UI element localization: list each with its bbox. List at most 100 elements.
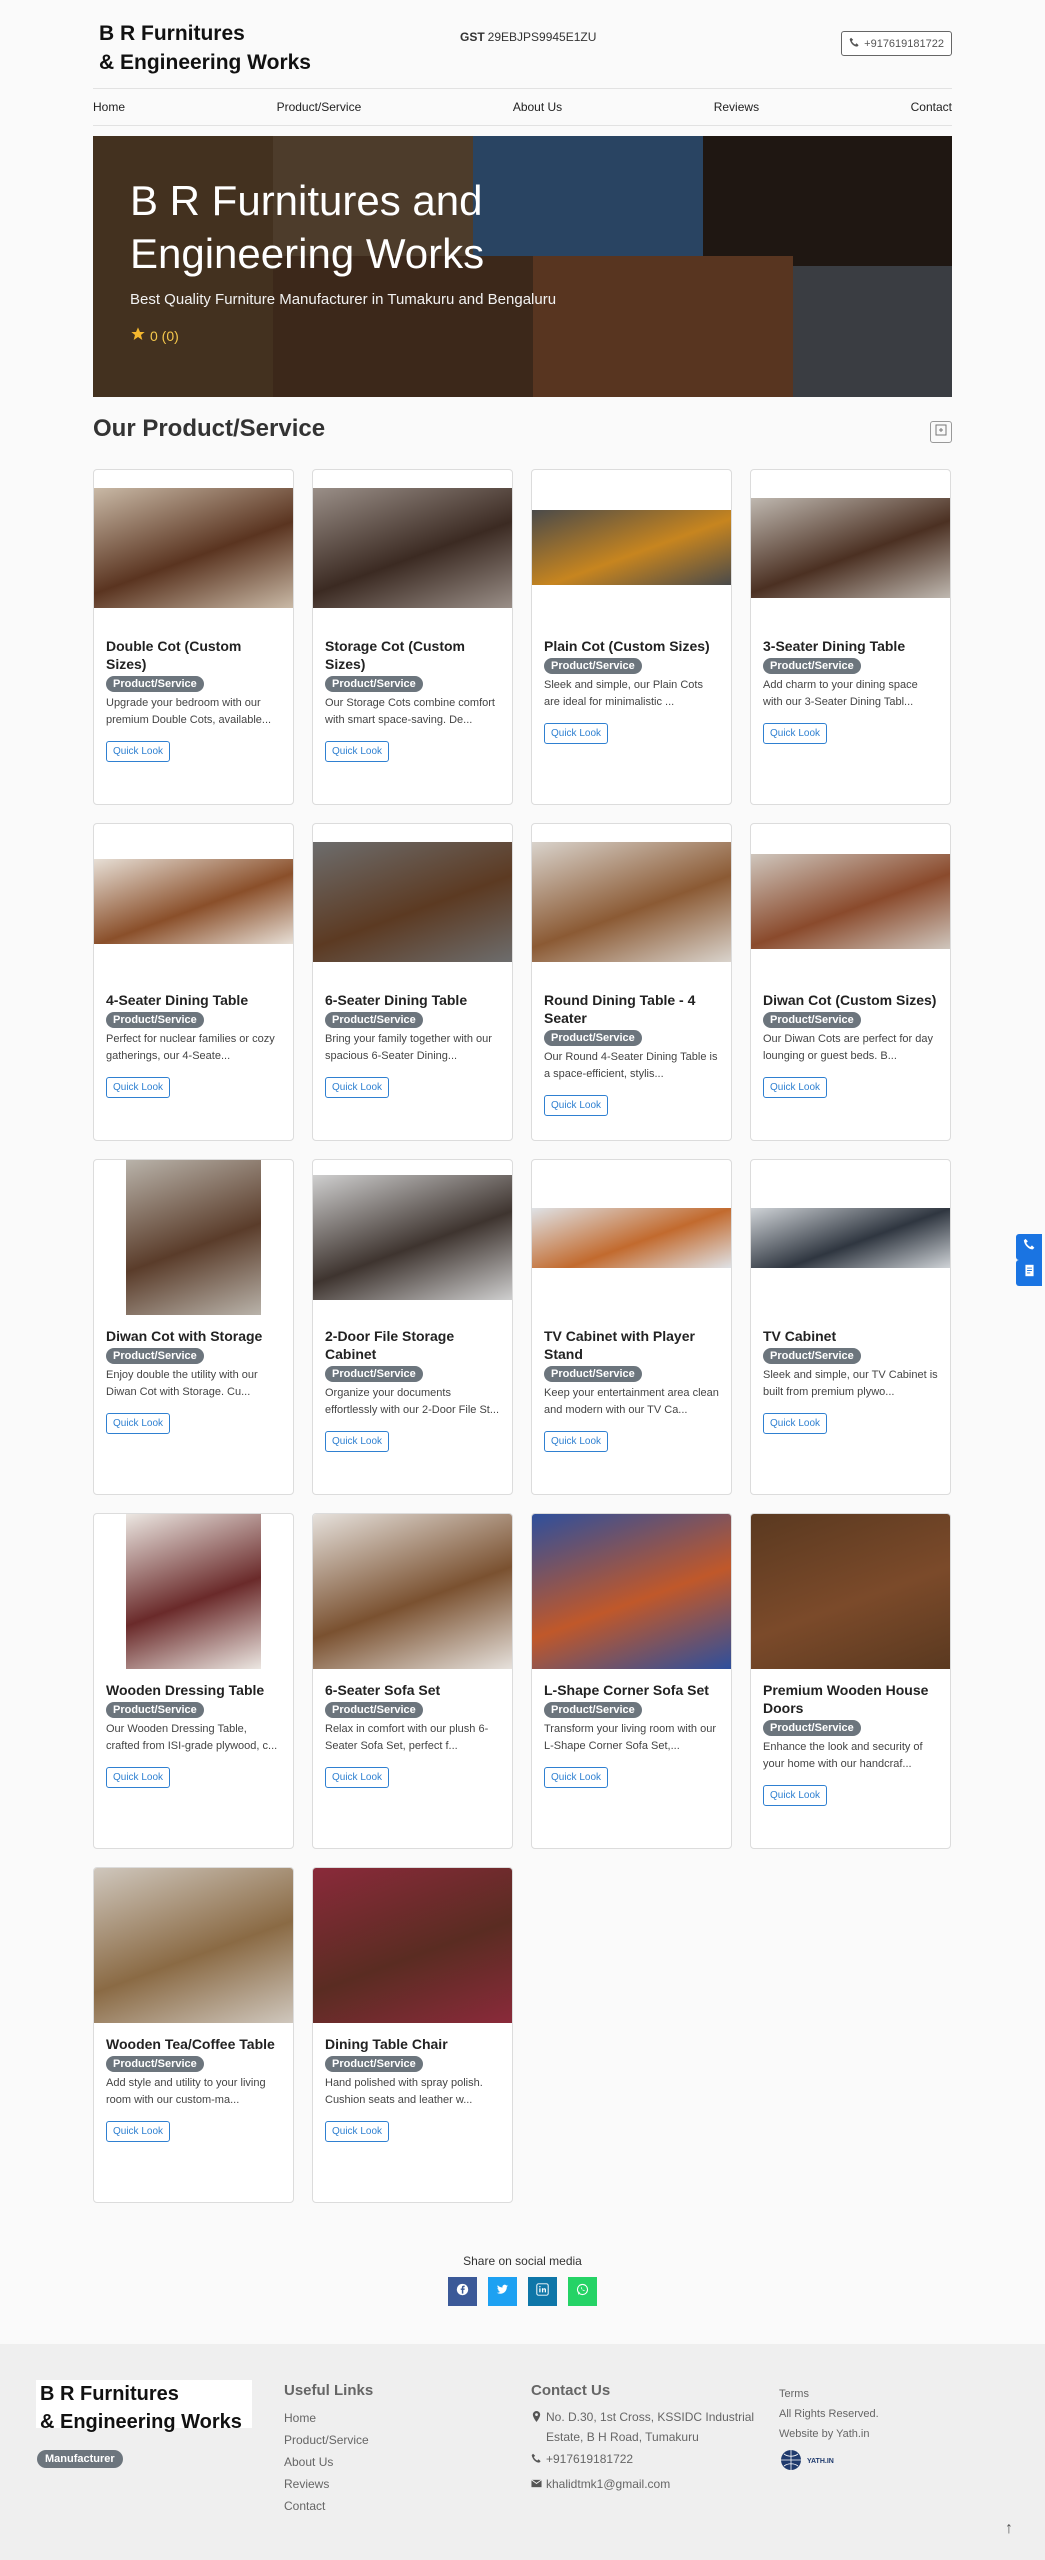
quick-look-button[interactable]: Quick Look bbox=[544, 1431, 609, 1452]
quick-look-button[interactable]: Quick Look bbox=[106, 741, 171, 762]
quick-look-button[interactable]: Quick Look bbox=[325, 2121, 390, 2142]
hero-rating[interactable]: 0 (0) bbox=[130, 326, 179, 345]
share-facebook-button[interactable] bbox=[448, 2277, 477, 2306]
footer-link-product-service[interactable]: Product/Service bbox=[284, 2429, 373, 2451]
product-title[interactable]: Round Dining Table - 4 Seater bbox=[544, 991, 719, 1027]
footer-email[interactable]: khalidtmk1@gmail.com bbox=[531, 2474, 756, 2495]
quick-look-button[interactable]: Quick Look bbox=[325, 741, 390, 762]
quick-look-button[interactable]: Quick Look bbox=[544, 723, 609, 744]
product-card[interactable]: Dining Table Chair Product/Service Hand po… bbox=[312, 1867, 513, 2203]
product-card[interactable]: Double Cot (Custom Sizes) Product/Service… bbox=[93, 469, 294, 805]
product-title[interactable]: Double Cot (Custom Sizes) bbox=[106, 637, 281, 673]
product-card[interactable]: 2-Door File Storage Cabinet Product/Servi… bbox=[312, 1159, 513, 1495]
product-title[interactable]: Wooden Dressing Table bbox=[106, 1681, 281, 1699]
footer-link-about-us[interactable]: About Us bbox=[284, 2451, 373, 2473]
expand-button[interactable] bbox=[930, 421, 952, 443]
footer-link-home[interactable]: Home bbox=[284, 2407, 373, 2429]
product-card[interactable]: Storage Cot (Custom Sizes) Product/Servic… bbox=[312, 469, 513, 805]
quick-look-button[interactable]: Quick Look bbox=[763, 1785, 828, 1806]
product-title[interactable]: Wooden Tea/Coffee Table bbox=[106, 2035, 281, 2053]
product-image[interactable] bbox=[751, 824, 950, 979]
product-image[interactable] bbox=[94, 1160, 293, 1315]
product-card[interactable]: L-Shape Corner Sofa Set Product/Service Tr… bbox=[531, 1513, 732, 1849]
category-badge: Product/Service bbox=[325, 2056, 423, 2072]
product-card[interactable]: Wooden Dressing Table Product/Service Our … bbox=[93, 1513, 294, 1849]
product-card[interactable]: 3-Seater Dining Table Product/Service Add … bbox=[750, 469, 951, 805]
product-image[interactable] bbox=[751, 470, 950, 625]
quick-look-button[interactable]: Quick Look bbox=[106, 1077, 171, 1098]
floating-enquiry-button[interactable] bbox=[1016, 1260, 1042, 1286]
brand-name[interactable]: B R Furnitures & Engineering Works bbox=[99, 19, 311, 77]
scroll-to-top-button[interactable]: ↑ bbox=[1005, 2520, 1013, 2538]
product-title[interactable]: 4-Seater Dining Table bbox=[106, 991, 281, 1009]
website-credit[interactable]: Website by Yath.in bbox=[779, 2424, 879, 2444]
nav-reviews[interactable]: Reviews bbox=[714, 100, 759, 114]
share-linkedin-button[interactable] bbox=[528, 2277, 557, 2306]
quick-look-button[interactable]: Quick Look bbox=[325, 1431, 390, 1452]
product-image[interactable] bbox=[532, 1514, 731, 1669]
product-card[interactable]: Wooden Tea/Coffee Table Product/Service Ad… bbox=[93, 1867, 294, 2203]
product-card[interactable]: Premium Wooden House Doors Product/Servic… bbox=[750, 1513, 951, 1849]
product-title[interactable]: Plain Cot (Custom Sizes) bbox=[544, 637, 719, 655]
call-button[interactable]: +917619181722 bbox=[841, 31, 952, 56]
product-title[interactable]: TV Cabinet with Player Stand bbox=[544, 1327, 719, 1363]
product-image[interactable] bbox=[313, 1160, 512, 1315]
product-title[interactable]: 6-Seater Dining Table bbox=[325, 991, 500, 1009]
product-title[interactable]: Diwan Cot with Storage bbox=[106, 1327, 281, 1345]
product-card[interactable]: Round Dining Table - 4 Seater Product/Ser… bbox=[531, 823, 732, 1141]
quick-look-button[interactable]: Quick Look bbox=[763, 723, 828, 744]
nav-product-service[interactable]: Product/Service bbox=[277, 100, 362, 114]
footer-link-reviews[interactable]: Reviews bbox=[284, 2473, 373, 2495]
floating-call-button[interactable] bbox=[1016, 1234, 1042, 1260]
share-whatsapp-button[interactable] bbox=[568, 2277, 597, 2306]
product-title[interactable]: TV Cabinet bbox=[763, 1327, 938, 1345]
product-image[interactable] bbox=[94, 824, 293, 979]
quick-look-button[interactable]: Quick Look bbox=[106, 1767, 171, 1788]
quick-look-button[interactable]: Quick Look bbox=[325, 1767, 390, 1788]
footer-phone[interactable]: +917619181722 bbox=[531, 2449, 756, 2470]
nav-about-us[interactable]: About Us bbox=[513, 100, 562, 114]
product-image[interactable] bbox=[751, 1514, 950, 1669]
quick-look-button[interactable]: Quick Look bbox=[544, 1767, 609, 1788]
product-title[interactable]: 6-Seater Sofa Set bbox=[325, 1681, 500, 1699]
product-card[interactable]: Diwan Cot with Storage Product/Service Enj… bbox=[93, 1159, 294, 1495]
product-image[interactable] bbox=[751, 1160, 950, 1315]
product-image[interactable] bbox=[313, 1868, 512, 2023]
footer-brand[interactable]: B R Furnitures & Engineering Works bbox=[36, 2380, 252, 2433]
product-card[interactable]: TV Cabinet with Player Stand Product/Serv… bbox=[531, 1159, 732, 1495]
terms-link[interactable]: Terms bbox=[779, 2384, 879, 2404]
yath-logo[interactable]: YATH.IN bbox=[779, 2448, 879, 2475]
product-image[interactable] bbox=[94, 470, 293, 625]
product-card[interactable]: 6-Seater Sofa Set Product/Service Relax in… bbox=[312, 1513, 513, 1849]
product-title[interactable]: 2-Door File Storage Cabinet bbox=[325, 1327, 500, 1363]
share-twitter-button[interactable] bbox=[488, 2277, 517, 2306]
footer-link-contact[interactable]: Contact bbox=[284, 2495, 373, 2517]
product-image[interactable] bbox=[532, 1160, 731, 1315]
product-image[interactable] bbox=[532, 470, 731, 625]
quick-look-button[interactable]: Quick Look bbox=[544, 1095, 609, 1116]
product-title[interactable]: 3-Seater Dining Table bbox=[763, 637, 938, 655]
product-title[interactable]: Diwan Cot (Custom Sizes) bbox=[763, 991, 938, 1009]
quick-look-button[interactable]: Quick Look bbox=[763, 1077, 828, 1098]
quick-look-button[interactable]: Quick Look bbox=[106, 1413, 171, 1434]
product-card[interactable]: Diwan Cot (Custom Sizes) Product/Service O… bbox=[750, 823, 951, 1141]
nav-home[interactable]: Home bbox=[93, 100, 125, 114]
product-image[interactable] bbox=[94, 1868, 293, 2023]
product-image[interactable] bbox=[94, 1514, 293, 1669]
product-card[interactable]: Plain Cot (Custom Sizes) Product/Service S… bbox=[531, 469, 732, 805]
product-title[interactable]: L-Shape Corner Sofa Set bbox=[544, 1681, 719, 1699]
quick-look-button[interactable]: Quick Look bbox=[763, 1413, 828, 1434]
product-image[interactable] bbox=[313, 824, 512, 979]
product-card[interactable]: 4-Seater Dining Table Product/Service Perf… bbox=[93, 823, 294, 1141]
product-card[interactable]: TV Cabinet Product/Service Sleek and simpl… bbox=[750, 1159, 951, 1495]
product-image[interactable] bbox=[313, 470, 512, 625]
product-image[interactable] bbox=[532, 824, 731, 979]
product-title[interactable]: Dining Table Chair bbox=[325, 2035, 500, 2053]
product-card[interactable]: 6-Seater Dining Table Product/Service Brin… bbox=[312, 823, 513, 1141]
nav-contact[interactable]: Contact bbox=[911, 100, 952, 114]
product-image[interactable] bbox=[313, 1514, 512, 1669]
quick-look-button[interactable]: Quick Look bbox=[106, 2121, 171, 2142]
product-title[interactable]: Premium Wooden House Doors bbox=[763, 1681, 938, 1717]
quick-look-button[interactable]: Quick Look bbox=[325, 1077, 390, 1098]
product-title[interactable]: Storage Cot (Custom Sizes) bbox=[325, 637, 500, 673]
